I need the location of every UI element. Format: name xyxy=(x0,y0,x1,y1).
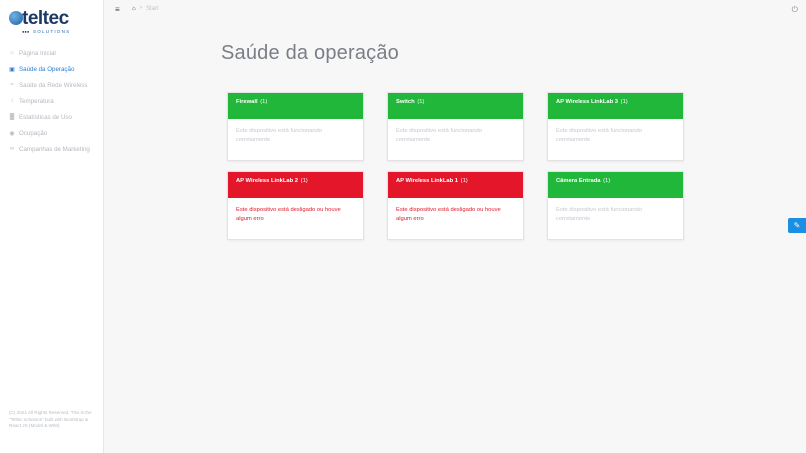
sidebar-item-temperatura[interactable]: ↕ Temperatura xyxy=(0,93,104,109)
sidebar: teltec ●●● SOLUTIONS ⌂ Página Inicial ▣ … xyxy=(0,0,104,453)
sidebar-item-label: Campanhas de Marketing xyxy=(19,145,90,153)
device-card-ap-linklab-2[interactable]: AP Wireless LinkLab 2 (1) Este dispositi… xyxy=(227,171,364,240)
device-status-count: (1) xyxy=(300,178,308,184)
teltec-logo[interactable]: teltec ●●● SOLUTIONS xyxy=(9,9,89,35)
edit-button[interactable]: ✎ xyxy=(788,218,806,233)
device-message: Este dispositivo está funcionando corret… xyxy=(556,207,643,222)
card-header: AP Wireless LinkLab 2 (1) xyxy=(228,172,363,198)
sidebar-item-label: Temperatura xyxy=(19,97,54,105)
hamburger-menu-icon[interactable]: ≡ xyxy=(115,5,120,14)
card-header: Switch (1) xyxy=(388,93,523,119)
device-name: Switch xyxy=(396,99,415,105)
card-header: AP Wireless LinkLab 1 (1) xyxy=(388,172,523,198)
card-header: AP Wireless LinkLab 3 (1) xyxy=(548,93,683,119)
sidebar-nav: ⌂ Página Inicial ▣ Saúde da Operação ≈ S… xyxy=(0,45,104,157)
device-name: Câmera Entrada xyxy=(556,178,601,184)
bar-chart-icon: ▓ xyxy=(9,114,15,120)
topbar: ≡ ⌂ › Start ⏻ xyxy=(105,0,806,20)
page-title: Saúde da operação xyxy=(221,42,399,64)
logo-wordmark: teltec xyxy=(22,8,69,29)
wifi-icon: ≈ xyxy=(10,82,14,88)
device-status-count: (1) xyxy=(603,178,611,184)
thermometer-icon: ↕ xyxy=(10,98,14,104)
device-message: Este dispositivo está funcionando corret… xyxy=(236,128,323,143)
breadcrumb[interactable]: Start xyxy=(146,6,159,12)
device-name: AP Wireless LinkLab 3 xyxy=(556,99,619,105)
sidebar-item-ocupacao[interactable]: ◉ Ocupação xyxy=(0,125,104,141)
device-card-firewall[interactable]: Firewall (1) Este dispositivo está funci… xyxy=(227,92,364,161)
dashboard-icon: ▣ xyxy=(9,66,15,73)
device-card-ap-linklab-1[interactable]: AP Wireless LinkLab 1 (1) Este dispositi… xyxy=(387,171,524,240)
device-message: Este dispositivo está funcionando corret… xyxy=(556,128,643,143)
sidebar-item-label: Saúde da Operação xyxy=(19,65,75,73)
device-name: AP Wireless LinkLab 1 xyxy=(396,178,459,184)
home-icon: ⌂ xyxy=(10,50,14,56)
link-icon: ∞ xyxy=(9,146,15,152)
device-name: AP Wireless LinkLab 2 xyxy=(236,178,299,184)
device-status-count: (1) xyxy=(620,99,628,105)
users-icon: ◉ xyxy=(9,130,15,137)
power-icon[interactable]: ⏻ xyxy=(792,5,798,15)
device-message: Este dispositivo está desligado ou houve… xyxy=(236,207,341,222)
device-status-count: (1) xyxy=(260,99,268,105)
sidebar-item-label: Página Inicial xyxy=(19,49,56,57)
card-header: Câmera Entrada (1) xyxy=(548,172,683,198)
device-message: Este dispositivo está desligado ou houve… xyxy=(396,207,501,222)
device-card-camera-entrada[interactable]: Câmera Entrada (1) Este dispositivo está… xyxy=(547,171,684,240)
sidebar-item-pagina-inicial[interactable]: ⌂ Página Inicial xyxy=(0,45,104,61)
sidebar-item-saude-rede-wireless[interactable]: ≈ Saúde da Rede Wireless xyxy=(0,77,104,93)
sidebar-footer: (C) 2021 All Rights Reserved. This is th… xyxy=(9,410,92,428)
device-name: Firewall xyxy=(236,99,258,105)
sidebar-item-estatisticas-uso[interactable]: ▓ Estatísticas de Uso xyxy=(0,109,104,125)
sidebar-item-label: Saúde da Rede Wireless xyxy=(19,81,88,89)
sidebar-item-label: Ocupação xyxy=(19,129,48,137)
globe-logo-icon xyxy=(9,11,23,25)
device-status-count: (1) xyxy=(460,178,468,184)
sidebar-item-saude-operacao[interactable]: ▣ Saúde da Operação xyxy=(0,61,104,77)
device-status-count: (1) xyxy=(417,99,425,105)
breadcrumb-separator-icon: › xyxy=(140,5,142,11)
device-card-switch[interactable]: Switch (1) Este dispositivo está funcion… xyxy=(387,92,524,161)
logo-subtitle: SOLUTIONS xyxy=(33,29,71,34)
device-card-ap-linklab-3[interactable]: AP Wireless LinkLab 3 (1) Este dispositi… xyxy=(547,92,684,161)
sidebar-item-label: Estatísticas de Uso xyxy=(19,113,72,121)
sidebar-item-campanhas-marketing[interactable]: ∞ Campanhas de Marketing xyxy=(0,141,104,157)
logo-dots: ●●● xyxy=(22,29,30,34)
card-header: Firewall (1) xyxy=(228,93,363,119)
pencil-icon: ✎ xyxy=(793,221,801,230)
device-message: Este dispositivo está funcionando corret… xyxy=(396,128,483,143)
breadcrumb-home-icon[interactable]: ⌂ xyxy=(132,6,136,12)
